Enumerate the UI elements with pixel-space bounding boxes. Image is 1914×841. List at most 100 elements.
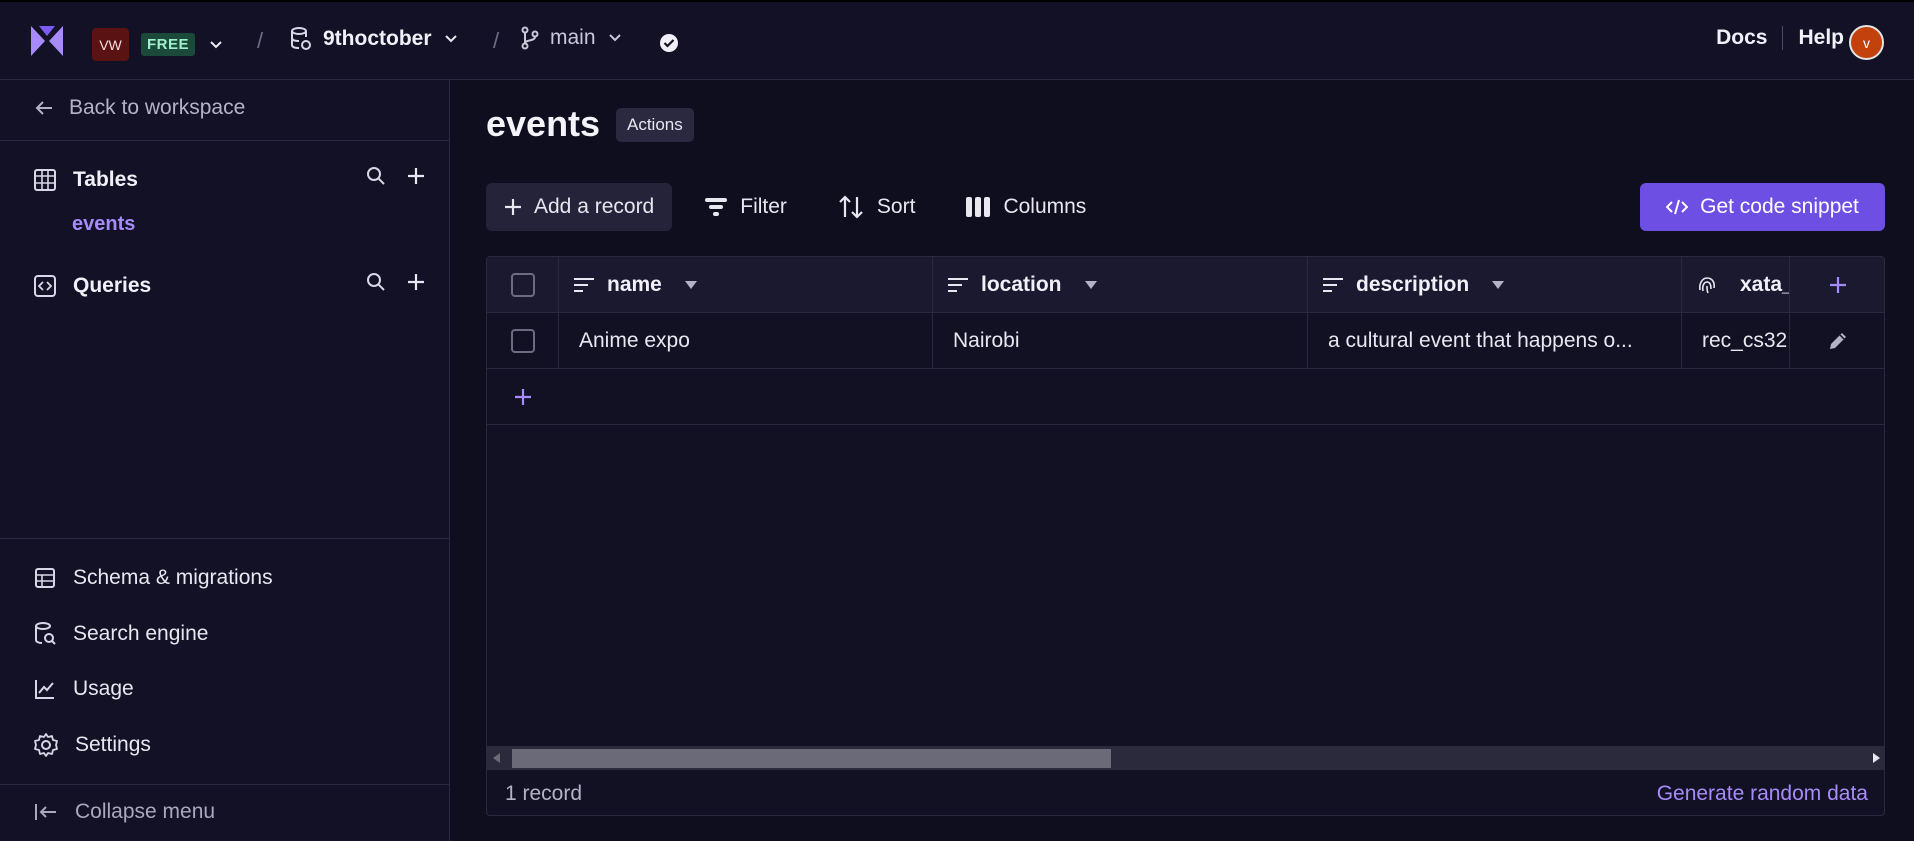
sort-arrows-icon (837, 194, 865, 220)
back-to-workspace-link[interactable]: Back to workspace (33, 96, 245, 120)
add-row-cell (487, 369, 559, 424)
column-header-location[interactable]: location (933, 257, 1308, 313)
caret-down-icon[interactable] (1469, 280, 1505, 290)
search-engine-label: Search engine (73, 622, 209, 645)
filter-icon (704, 195, 728, 219)
add-record-button[interactable]: Add a record (486, 183, 673, 231)
get-code-snippet-button[interactable]: Get code snippet (1640, 183, 1885, 231)
add-column-icon[interactable] (1828, 275, 1848, 295)
tables-actions (366, 166, 426, 186)
add-table-icon[interactable] (406, 166, 426, 186)
schema-icon (33, 566, 57, 590)
scrollbar-thumb[interactable] (512, 749, 1111, 768)
get-code-snippet-label: Get code snippet (1700, 195, 1859, 218)
sort-button[interactable]: Sort (819, 183, 934, 231)
cell-xata-id[interactable]: rec_cs32 (1682, 313, 1790, 368)
queries-actions (366, 272, 426, 292)
xata-logo-icon[interactable] (29, 24, 65, 58)
sidebar-item-schema-migrations[interactable]: Schema & migrations (33, 566, 273, 590)
sidebar-item-settings[interactable]: Settings (33, 732, 151, 758)
select-all-checkbox[interactable] (510, 273, 535, 297)
branch-switcher[interactable]: main (520, 26, 624, 50)
collapse-menu-button[interactable]: Collapse menu (33, 800, 215, 824)
code-icon (1666, 198, 1689, 216)
scroll-left-arrow-icon[interactable] (493, 753, 501, 763)
row-edit-cell (1790, 313, 1884, 368)
link-divider (1782, 26, 1784, 50)
tables-label: Tables (73, 168, 138, 191)
cell-location[interactable]: Nairobi (933, 313, 1308, 368)
table-grid-icon (33, 168, 57, 192)
search-engine-icon (33, 621, 57, 647)
column-name-label: name (607, 273, 662, 296)
sidebar-section-queries[interactable]: Queries (33, 274, 151, 298)
table-row[interactable]: Anime expo Nairobi a cultural event that… (487, 313, 1884, 369)
workspace-avatar: VW (92, 28, 129, 61)
record-count: 1 record (505, 781, 583, 805)
select-all-cell (487, 257, 559, 313)
caret-down-icon[interactable] (1062, 280, 1098, 290)
breadcrumb-separator: / (257, 28, 264, 53)
row-select-cell (487, 313, 559, 368)
chevron-down-icon (606, 29, 624, 47)
docs-link[interactable]: Docs (1716, 26, 1767, 50)
divider (0, 784, 449, 785)
row-checkbox[interactable] (510, 328, 535, 353)
usage-chart-icon (33, 677, 57, 701)
settings-label: Settings (75, 733, 151, 756)
add-row-icon[interactable] (513, 387, 533, 407)
search-queries-icon[interactable] (366, 272, 386, 292)
workspace-switcher[interactable]: VW FREE (92, 28, 225, 61)
sidebar-section-tables[interactable]: Tables (33, 168, 138, 192)
filter-label: Filter (740, 195, 787, 218)
generate-random-data-link[interactable]: Generate random data (1657, 782, 1868, 806)
actions-button[interactable]: Actions (616, 108, 694, 142)
plan-badge: FREE (141, 33, 196, 56)
divider (0, 538, 449, 539)
main-content: events Actions Add a record Filter Sort … (450, 80, 1914, 841)
chevron-down-icon (442, 30, 460, 48)
git-branch-icon (520, 26, 540, 50)
pencil-edit-icon[interactable] (1827, 330, 1849, 352)
collapse-arrow-icon (33, 801, 59, 823)
queries-label: Queries (73, 274, 152, 297)
sidebar-item-search-engine[interactable]: Search engine (33, 621, 208, 647)
branch-name: main (550, 26, 596, 49)
settings-gear-icon (33, 732, 59, 758)
column-header-description[interactable]: description (1308, 257, 1682, 313)
grid-header-row: name location description xata_ (487, 257, 1884, 313)
cell-name[interactable]: Anime expo (559, 313, 933, 368)
plus-icon (504, 198, 522, 216)
database-icon (289, 26, 313, 52)
divider (0, 140, 449, 141)
sort-label: Sort (876, 195, 916, 218)
columns-button[interactable]: Columns (947, 183, 1104, 231)
help-link[interactable]: Help (1798, 26, 1844, 50)
column-header-xata-id[interactable]: xata_ (1682, 257, 1790, 313)
cell-description[interactable]: a cultural event that happens o... (1308, 313, 1682, 368)
database-name: 9thoctober (323, 27, 432, 50)
text-type-icon (1322, 276, 1356, 294)
sidebar-item-usage[interactable]: Usage (33, 677, 134, 701)
usage-label: Usage (73, 677, 134, 700)
page-title: events (486, 103, 601, 144)
text-type-icon (947, 276, 981, 294)
text-type-icon (573, 276, 607, 294)
schema-migrations-label: Schema & migrations (73, 566, 273, 589)
table-toolbar: Add a record Filter Sort Columns (486, 183, 1118, 231)
add-query-icon[interactable] (406, 272, 426, 292)
collapse-menu-label: Collapse menu (75, 800, 216, 823)
column-xata-id-label: xata_ (1740, 273, 1790, 296)
columns-label: Columns (1003, 195, 1087, 218)
sidebar-item-events[interactable]: events (72, 213, 135, 236)
add-record-label: Add a record (534, 195, 655, 218)
filter-button[interactable]: Filter (686, 183, 805, 231)
column-header-name[interactable]: name (559, 257, 933, 313)
caret-down-icon[interactable] (662, 280, 698, 290)
scroll-right-arrow-icon[interactable] (1872, 753, 1880, 763)
add-column-cell (1790, 257, 1884, 313)
horizontal-scrollbar[interactable] (487, 746, 1884, 770)
user-avatar[interactable]: v (1849, 25, 1884, 60)
database-switcher[interactable]: 9thoctober (289, 26, 460, 52)
search-tables-icon[interactable] (366, 166, 386, 186)
